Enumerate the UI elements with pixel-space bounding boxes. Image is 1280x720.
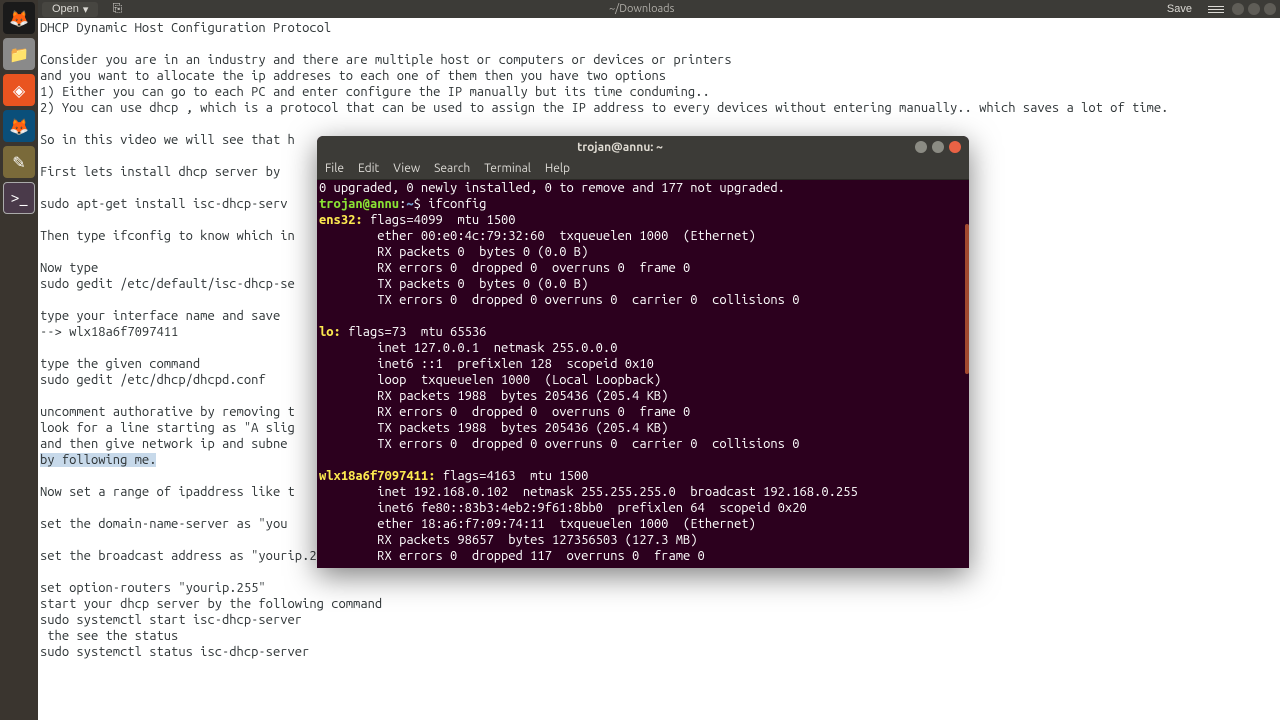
window-controls	[1232, 3, 1276, 15]
menu-terminal[interactable]: Terminal	[484, 162, 531, 175]
gedit-headerbar: Open ▾ ⎘ ~/Downloads Save	[38, 0, 1280, 18]
terminal-scrollbar[interactable]	[965, 224, 969, 374]
launcher-firefox[interactable]: 🦊	[3, 2, 35, 34]
prompt-path: ~	[406, 197, 413, 211]
minimize-icon[interactable]	[915, 141, 927, 153]
chevron-down-icon: ▾	[83, 3, 89, 16]
maximize-icon[interactable]	[1248, 3, 1260, 15]
prompt-dollar: $	[414, 197, 429, 211]
open-button[interactable]: Open ▾	[42, 2, 98, 17]
menu-view[interactable]: View	[393, 162, 420, 175]
close-icon[interactable]	[949, 141, 961, 153]
launcher-ubuntu-software[interactable]: ◈	[3, 74, 35, 106]
new-document-icon[interactable]: ⎘	[108, 2, 126, 16]
terminal-window: trojan@annu: ~ File Edit View Search Ter…	[317, 136, 969, 568]
menu-edit[interactable]: Edit	[358, 162, 379, 175]
command-text: ifconfig	[428, 197, 486, 211]
document-path: ~/Downloads	[126, 3, 1156, 15]
terminal-window-controls	[915, 141, 961, 153]
prompt-user: trojan@annu	[319, 197, 399, 211]
hamburger-menu-icon[interactable]	[1208, 6, 1224, 13]
maximize-icon[interactable]	[932, 141, 944, 153]
apt-summary-line: 0 upgraded, 0 newly installed, 0 to remo…	[319, 181, 785, 195]
terminal-menubar: File Edit View Search Terminal Help	[317, 158, 969, 180]
document-selection: by following me.	[40, 453, 156, 467]
launcher-text-editor[interactable]: ✎	[3, 146, 35, 178]
menu-help[interactable]: Help	[545, 162, 570, 175]
launcher-files[interactable]: 📁	[3, 38, 35, 70]
save-button[interactable]: Save	[1157, 2, 1202, 16]
terminal-title: trojan@annu: ~	[325, 141, 915, 154]
terminal-titlebar[interactable]: trojan@annu: ~	[317, 136, 969, 158]
unity-launcher: 🦊 📁 ◈ 🦊 ✎ >_	[0, 0, 38, 720]
menu-search[interactable]: Search	[434, 162, 470, 175]
launcher-terminal[interactable]: >_	[3, 182, 35, 214]
launcher-browser[interactable]: 🦊	[3, 110, 35, 142]
open-label: Open	[52, 3, 79, 15]
minimize-icon[interactable]	[1232, 3, 1244, 15]
menu-file[interactable]: File	[325, 162, 344, 175]
terminal-output[interactable]: 0 upgraded, 0 newly installed, 0 to remo…	[317, 180, 969, 568]
ifconfig-output: ens32: flags=4099 mtu 1500 ether 00:e0:4…	[319, 213, 858, 563]
close-icon[interactable]	[1264, 3, 1276, 15]
